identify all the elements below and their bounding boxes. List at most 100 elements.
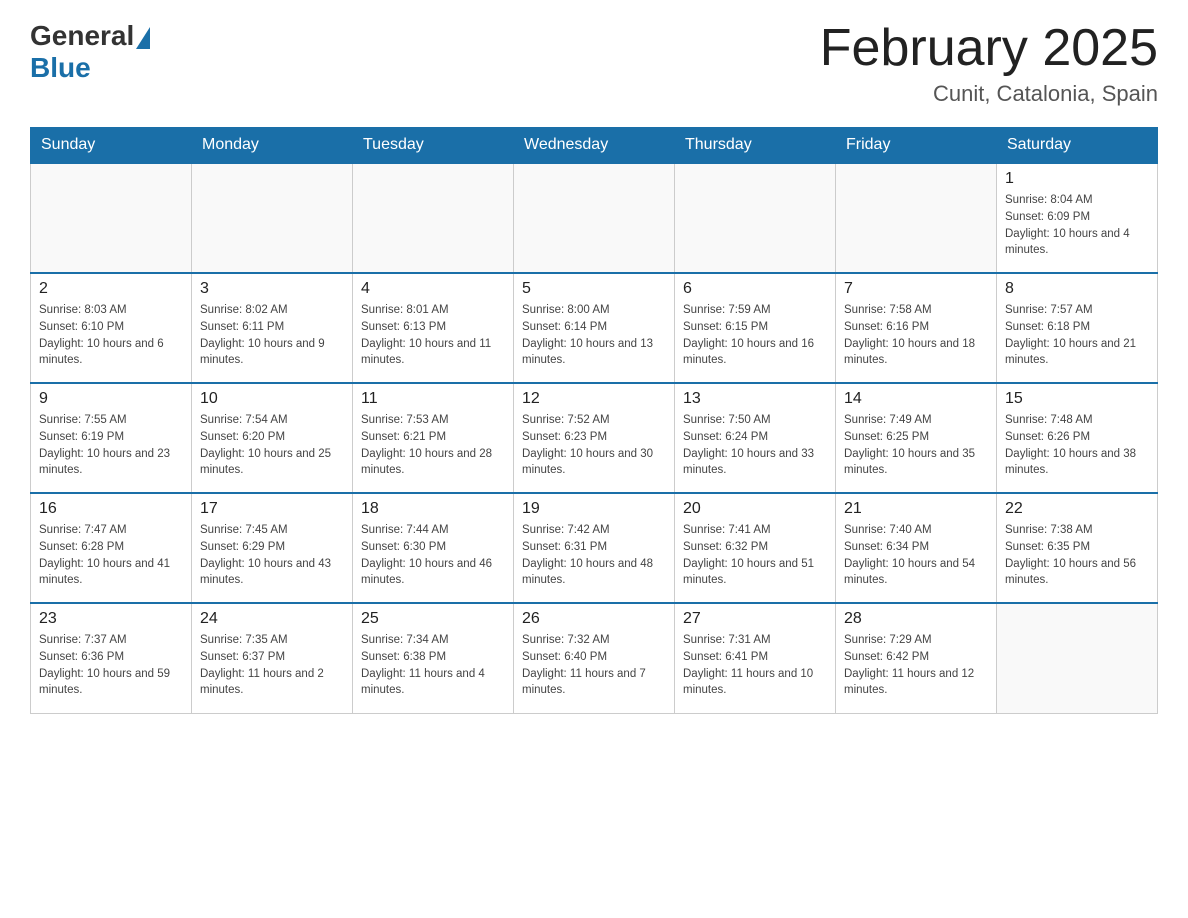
day-number: 1 (1005, 170, 1149, 188)
calendar-header-sunday: Sunday (31, 128, 192, 164)
day-info: Sunrise: 7:53 AM Sunset: 6:21 PM Dayligh… (361, 412, 505, 479)
calendar-cell: 22Sunrise: 7:38 AM Sunset: 6:35 PM Dayli… (997, 493, 1158, 603)
calendar-cell: 5 Sunrise: 8:00 AM Sunset: 6:14 PM Daylig… (514, 273, 675, 383)
day-info: Sunrise: 8:02 AM Sunset: 6:11 PM Dayligh… (200, 302, 344, 369)
day-info: Sunrise: 8:04 AM Sunset: 6:09 PM Dayligh… (1005, 192, 1149, 259)
calendar-cell: 7Sunrise: 7:58 AM Sunset: 6:16 PM Daylig… (836, 273, 997, 383)
calendar-cell: 26 Sunrise: 7:32 AM Sunset: 6:40 PM Dayli… (514, 603, 675, 713)
day-number: 11 (361, 390, 505, 408)
calendar-cell: 21 Sunrise: 7:40 AM Sunset: 6:34 PM Dayli… (836, 493, 997, 603)
calendar-cell: 11 Sunrise: 7:53 AM Sunset: 6:21 PM Dayli… (353, 383, 514, 493)
logo-general-text: General (30, 20, 134, 52)
calendar-cell (31, 163, 192, 273)
day-number: 24 (200, 610, 344, 628)
day-info: Sunrise: 7:59 AM Sunset: 6:15 PM Dayligh… (683, 302, 827, 369)
calendar-cell (997, 603, 1158, 713)
calendar-week-3: 9Sunrise: 7:55 AM Sunset: 6:19 PM Daylig… (31, 383, 1158, 493)
day-number: 26 (522, 610, 666, 628)
day-info: Sunrise: 8:01 AM Sunset: 6:13 PM Dayligh… (361, 302, 505, 369)
calendar-cell: 24 Sunrise: 7:35 AM Sunset: 6:37 PM Dayli… (192, 603, 353, 713)
calendar-cell: 27Sunrise: 7:31 AM Sunset: 6:41 PM Dayli… (675, 603, 836, 713)
logo-triangle-icon (136, 27, 150, 49)
day-info: Sunrise: 7:40 AM Sunset: 6:34 PM Dayligh… (844, 522, 988, 589)
calendar-cell: 23Sunrise: 7:37 AM Sunset: 6:36 PM Dayli… (31, 603, 192, 713)
day-number: 20 (683, 500, 827, 518)
calendar-week-1: 1 Sunrise: 8:04 AM Sunset: 6:09 PM Daylig… (31, 163, 1158, 273)
logo: General Blue (30, 20, 150, 84)
day-info: Sunrise: 7:45 AM Sunset: 6:29 PM Dayligh… (200, 522, 344, 589)
day-info: Sunrise: 7:50 AM Sunset: 6:24 PM Dayligh… (683, 412, 827, 479)
day-info: Sunrise: 7:52 AM Sunset: 6:23 PM Dayligh… (522, 412, 666, 479)
calendar-cell: 17 Sunrise: 7:45 AM Sunset: 6:29 PM Dayli… (192, 493, 353, 603)
day-info: Sunrise: 7:31 AM Sunset: 6:41 PM Dayligh… (683, 632, 827, 699)
day-number: 21 (844, 500, 988, 518)
day-number: 18 (361, 500, 505, 518)
day-number: 5 (522, 280, 666, 298)
calendar-cell: 28 Sunrise: 7:29 AM Sunset: 6:42 PM Dayli… (836, 603, 997, 713)
calendar-cell (675, 163, 836, 273)
day-info: Sunrise: 7:34 AM Sunset: 6:38 PM Dayligh… (361, 632, 505, 699)
day-info: Sunrise: 7:48 AM Sunset: 6:26 PM Dayligh… (1005, 412, 1149, 479)
day-number: 16 (39, 500, 183, 518)
calendar-cell: 15 Sunrise: 7:48 AM Sunset: 6:26 PM Dayli… (997, 383, 1158, 493)
day-info: Sunrise: 8:03 AM Sunset: 6:10 PM Dayligh… (39, 302, 183, 369)
calendar-cell: 3 Sunrise: 8:02 AM Sunset: 6:11 PM Daylig… (192, 273, 353, 383)
calendar-cell: 16 Sunrise: 7:47 AM Sunset: 6:28 PM Dayli… (31, 493, 192, 603)
day-number: 12 (522, 390, 666, 408)
day-info: Sunrise: 7:29 AM Sunset: 6:42 PM Dayligh… (844, 632, 988, 699)
calendar-cell: 12 Sunrise: 7:52 AM Sunset: 6:23 PM Dayli… (514, 383, 675, 493)
day-number: 7 (844, 280, 988, 298)
calendar-cell: 4 Sunrise: 8:01 AM Sunset: 6:13 PM Daylig… (353, 273, 514, 383)
calendar-cell (836, 163, 997, 273)
day-number: 15 (1005, 390, 1149, 408)
calendar-week-2: 2 Sunrise: 8:03 AM Sunset: 6:10 PM Daylig… (31, 273, 1158, 383)
calendar-header-row: SundayMondayTuesdayWednesdayThursdayFrid… (31, 128, 1158, 164)
month-title: February 2025 (820, 20, 1158, 77)
calendar-header-tuesday: Tuesday (353, 128, 514, 164)
day-number: 10 (200, 390, 344, 408)
day-number: 28 (844, 610, 988, 628)
calendar-cell (514, 163, 675, 273)
day-info: Sunrise: 7:42 AM Sunset: 6:31 PM Dayligh… (522, 522, 666, 589)
calendar-cell (192, 163, 353, 273)
day-number: 9 (39, 390, 183, 408)
day-info: Sunrise: 7:32 AM Sunset: 6:40 PM Dayligh… (522, 632, 666, 699)
page-header: General Blue February 2025 Cunit, Catalo… (30, 20, 1158, 107)
calendar-week-4: 16 Sunrise: 7:47 AM Sunset: 6:28 PM Dayli… (31, 493, 1158, 603)
calendar-header-thursday: Thursday (675, 128, 836, 164)
day-info: Sunrise: 7:49 AM Sunset: 6:25 PM Dayligh… (844, 412, 988, 479)
calendar-cell: 25 Sunrise: 7:34 AM Sunset: 6:38 PM Dayli… (353, 603, 514, 713)
calendar-cell: 14 Sunrise: 7:49 AM Sunset: 6:25 PM Dayli… (836, 383, 997, 493)
calendar-header-saturday: Saturday (997, 128, 1158, 164)
calendar-cell: 1 Sunrise: 8:04 AM Sunset: 6:09 PM Daylig… (997, 163, 1158, 273)
day-info: Sunrise: 7:47 AM Sunset: 6:28 PM Dayligh… (39, 522, 183, 589)
day-number: 17 (200, 500, 344, 518)
calendar-cell: 18 Sunrise: 7:44 AM Sunset: 6:30 PM Dayli… (353, 493, 514, 603)
day-number: 3 (200, 280, 344, 298)
day-info: Sunrise: 8:00 AM Sunset: 6:14 PM Dayligh… (522, 302, 666, 369)
calendar-cell: 8 Sunrise: 7:57 AM Sunset: 6:18 PM Daylig… (997, 273, 1158, 383)
day-number: 22 (1005, 500, 1149, 518)
day-info: Sunrise: 7:44 AM Sunset: 6:30 PM Dayligh… (361, 522, 505, 589)
day-number: 2 (39, 280, 183, 298)
calendar-cell (353, 163, 514, 273)
day-number: 8 (1005, 280, 1149, 298)
day-number: 14 (844, 390, 988, 408)
calendar-header-monday: Monday (192, 128, 353, 164)
calendar-header-wednesday: Wednesday (514, 128, 675, 164)
day-number: 23 (39, 610, 183, 628)
calendar-cell: 10 Sunrise: 7:54 AM Sunset: 6:20 PM Dayli… (192, 383, 353, 493)
calendar-cell: 13Sunrise: 7:50 AM Sunset: 6:24 PM Dayli… (675, 383, 836, 493)
calendar-week-5: 23Sunrise: 7:37 AM Sunset: 6:36 PM Dayli… (31, 603, 1158, 713)
calendar-cell: 19Sunrise: 7:42 AM Sunset: 6:31 PM Dayli… (514, 493, 675, 603)
day-info: Sunrise: 7:57 AM Sunset: 6:18 PM Dayligh… (1005, 302, 1149, 369)
day-info: Sunrise: 7:54 AM Sunset: 6:20 PM Dayligh… (200, 412, 344, 479)
calendar-cell: 20 Sunrise: 7:41 AM Sunset: 6:32 PM Dayli… (675, 493, 836, 603)
title-section: February 2025 Cunit, Catalonia, Spain (820, 20, 1158, 107)
logo-blue-text: Blue (30, 52, 91, 84)
day-number: 25 (361, 610, 505, 628)
day-info: Sunrise: 7:35 AM Sunset: 6:37 PM Dayligh… (200, 632, 344, 699)
day-info: Sunrise: 7:41 AM Sunset: 6:32 PM Dayligh… (683, 522, 827, 589)
day-number: 4 (361, 280, 505, 298)
day-number: 6 (683, 280, 827, 298)
